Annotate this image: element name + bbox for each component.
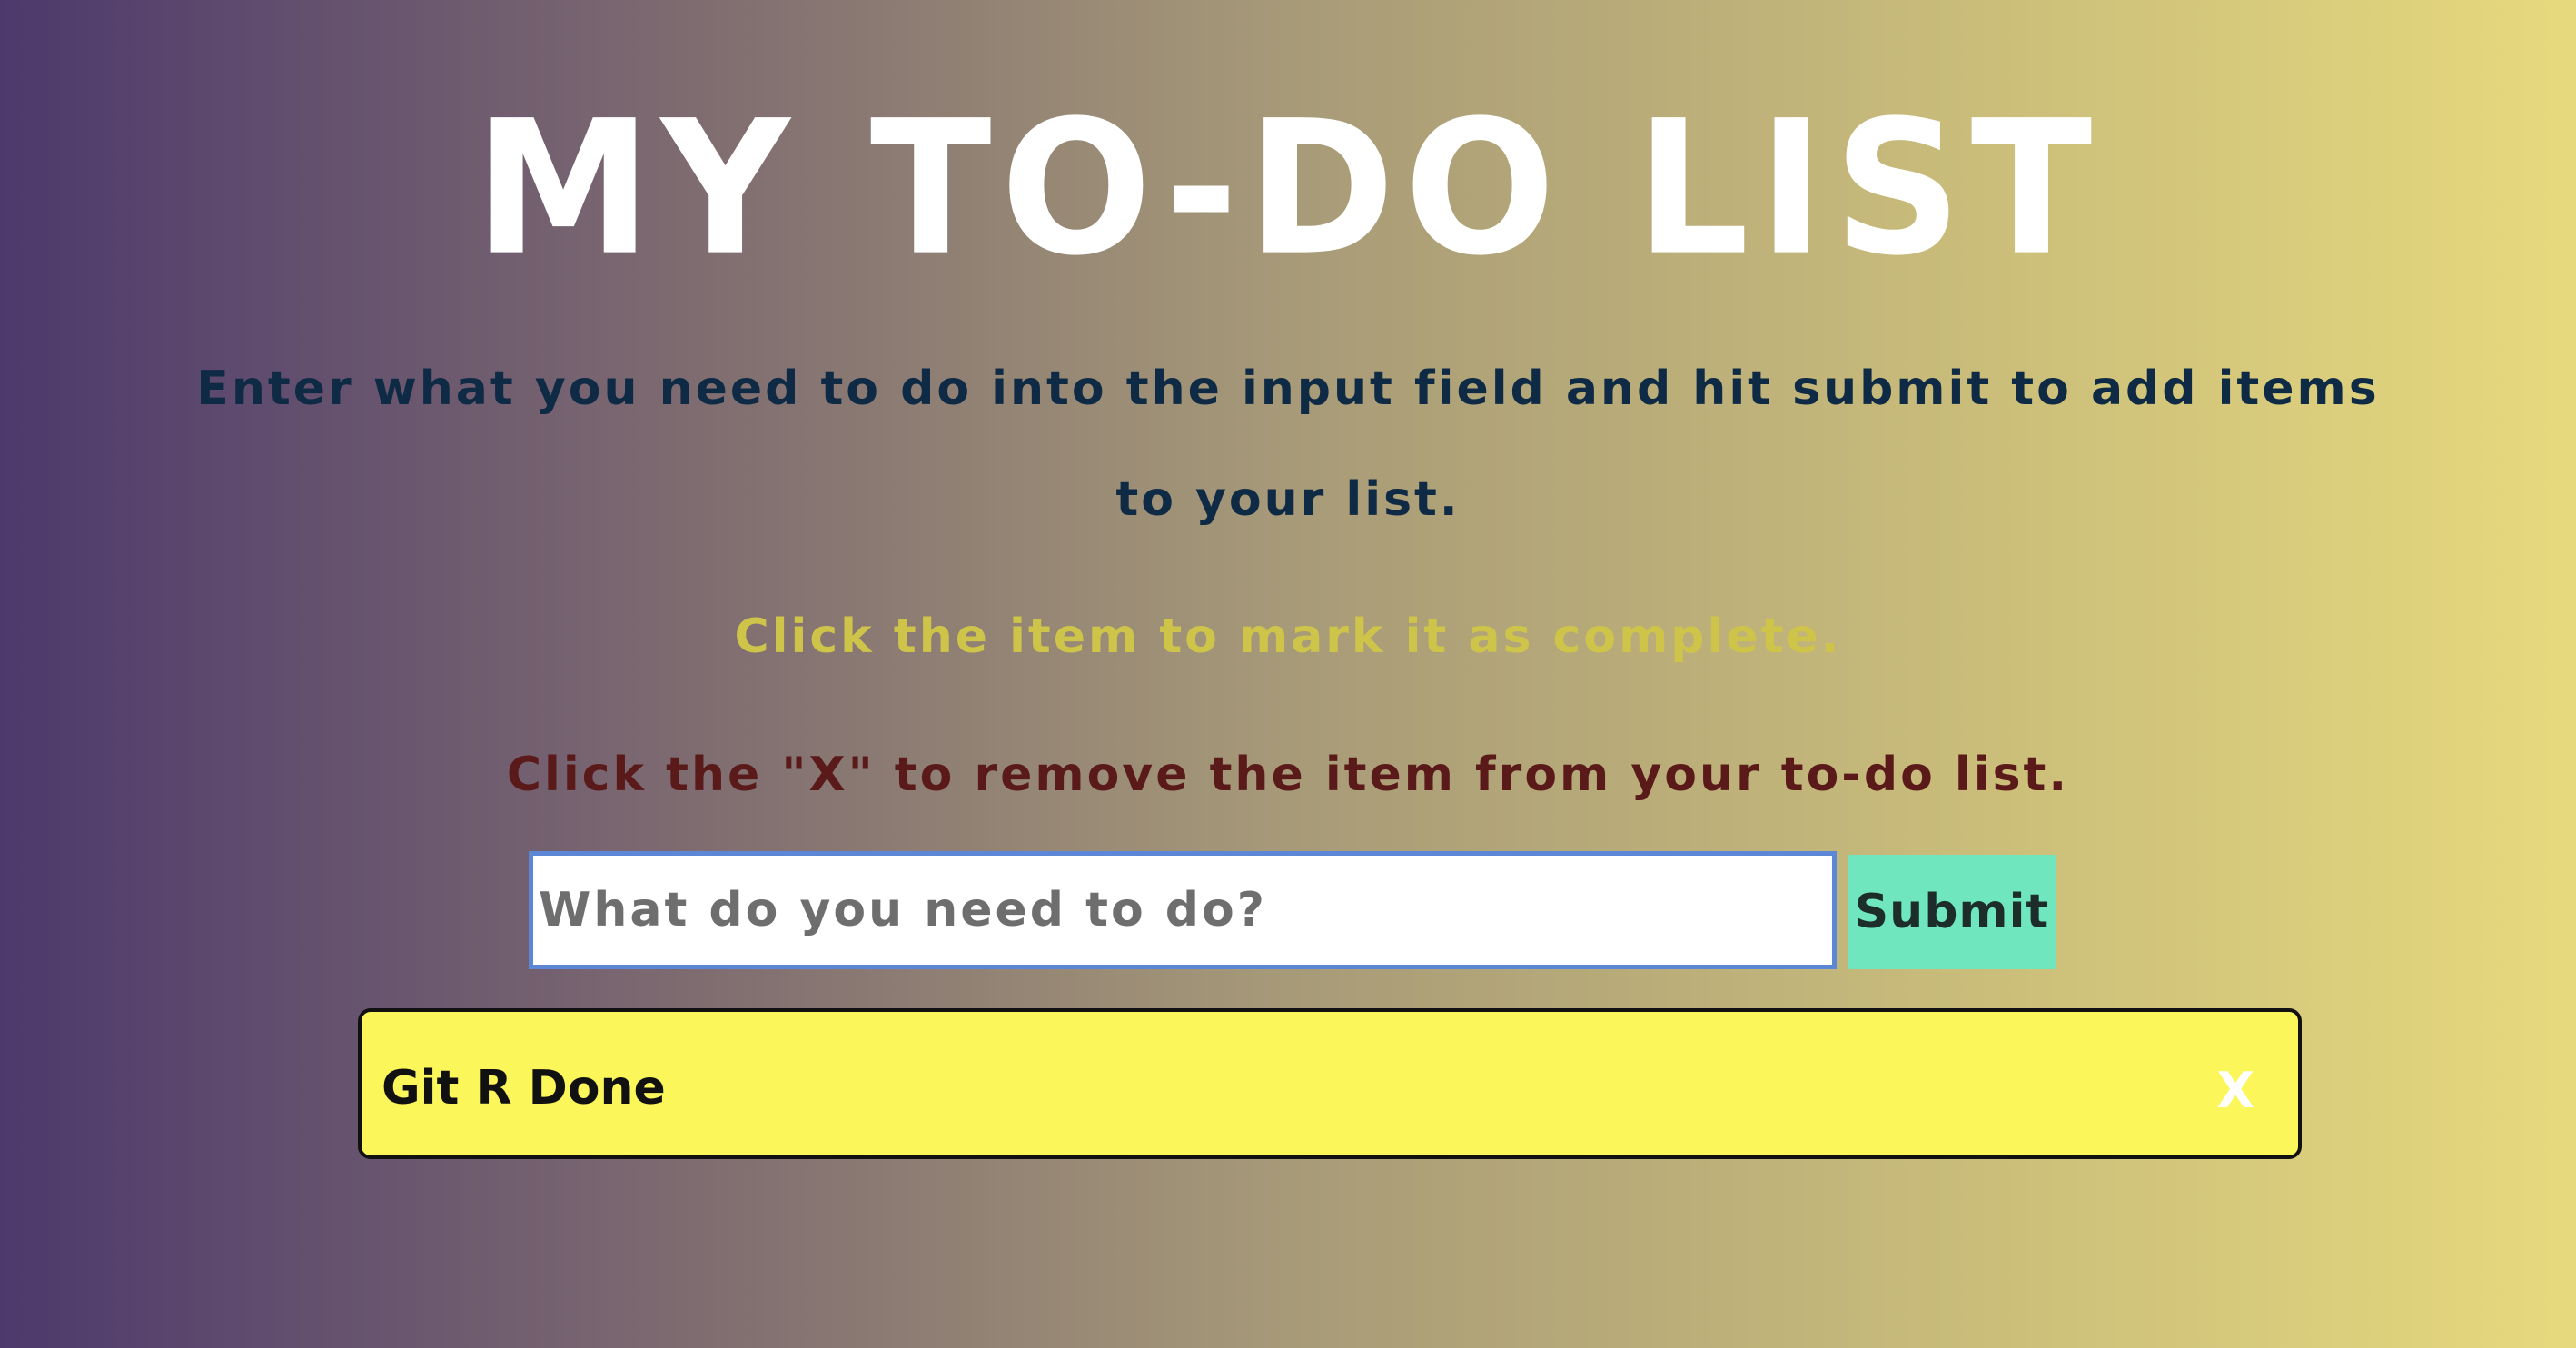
remove-item-button[interactable]: X [2216,1066,2254,1115]
todo-item-text: Git R Done [381,1061,666,1115]
instruction-add-line-2: to your list. [1115,472,1461,527]
instruction-remove: Click the "X" to remove the item from yo… [506,748,2070,802]
instruction-add-line-1: Enter what you need to do into the input… [196,362,2380,416]
todo-app: MY TO-DO LIST Enter what you need to do … [0,0,2576,1348]
todo-item[interactable]: Git R Done X [358,1008,2302,1159]
todo-input[interactable] [529,851,1837,969]
page-title: MY TO-DO LIST [474,81,2102,297]
instruction-complete: Click the item to mark it as complete. [734,610,1842,664]
submit-button[interactable]: Submit [1848,855,2056,969]
